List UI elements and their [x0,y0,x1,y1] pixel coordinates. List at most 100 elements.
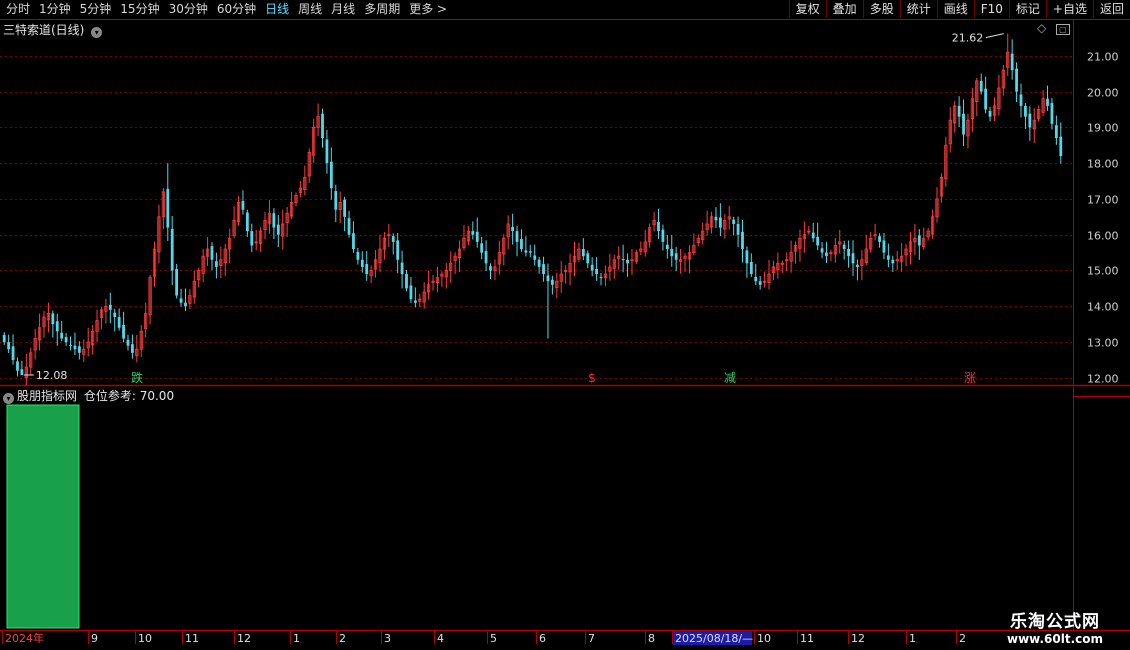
candle-body [754,276,758,282]
candle-body [546,275,550,282]
candle-body [131,344,134,353]
y-tick-label: 21.00 [1087,51,1119,64]
candle-body [1019,94,1023,106]
candle-body [816,236,820,246]
candle-body [590,264,594,271]
candle-body [122,324,125,339]
candle-body [20,369,24,375]
candle-body [73,345,77,350]
candle-body [1024,105,1027,117]
candle-body [657,221,660,232]
low-label: 12.08 [36,369,68,382]
candle-body [758,281,762,285]
candle-body [528,251,532,253]
candle-body [325,139,329,164]
candle-body [882,240,886,253]
date-label: 12 [237,632,251,645]
high-label: 21.62 [952,32,984,45]
candle-body [674,253,678,260]
candle-body [621,259,625,261]
candle-body [347,218,351,235]
candle-body [595,269,599,275]
signal-marker: 减 [724,371,736,385]
candle-body [480,243,484,253]
y-tick-label: 17.00 [1087,194,1119,207]
candle-body [166,188,170,228]
signal-marker: 涨 [964,370,976,385]
candle-body [170,228,174,271]
candlestick-chart[interactable]: 12.00 13.00 14.00 15.00 16.00 17.00 18.00 19.00… [0,0,1130,650]
candle-body [471,231,475,235]
candle-body [343,199,347,217]
date-label: 4 [437,632,444,645]
candle-body [250,231,254,246]
y-tick-label: 18.00 [1087,158,1119,171]
candle-body [847,249,850,257]
candle-body [60,332,64,339]
date-label: 11 [800,632,814,645]
watermark: 乐淘公式网 www.60lt.com [985,607,1125,646]
candle-body [365,264,369,275]
candle-body [321,113,324,139]
candle-body [524,250,528,253]
date-label: 3 [384,632,391,645]
date-label: 11 [185,632,199,645]
candle-body [51,313,55,325]
y-tick-label: 14.00 [1087,301,1119,314]
date-label: 7 [588,632,595,645]
candle-body [413,300,417,303]
candle-body [113,312,117,318]
date-label: 9 [91,632,98,645]
candle-body [511,226,515,232]
candle-body [391,236,395,242]
candle-body [542,264,545,275]
candle-body [272,213,276,228]
candle-body [69,344,72,346]
candle-body [16,361,19,371]
candle-body [1059,136,1063,156]
date-label: 1 [909,632,916,645]
candle-body [891,259,895,264]
candle-body [714,216,718,221]
watermark-title: 乐淘公式网 [1010,612,1100,632]
candle-body [984,88,988,110]
candle-body [2,334,6,343]
candle-body [1028,113,1032,128]
candle-body [184,302,187,307]
candle-body [108,304,112,310]
candle-body [276,224,280,235]
candle-body [533,255,537,260]
signal-marker: 跌 [131,370,143,385]
date-label: 2 [959,632,966,645]
candle-body [1010,53,1014,71]
candle-body [741,231,744,250]
candle-body [329,161,333,189]
candle-body [409,285,413,300]
candle-body [117,317,121,328]
date-label: 12 [851,632,865,645]
y-tick-label: 15.00 [1087,265,1119,278]
date-label: 6 [539,632,546,645]
date-label: 8 [648,632,655,645]
signal-marker: $ [588,371,596,385]
candle-body [126,339,130,346]
candle-body [520,239,523,250]
candle-body [851,253,855,264]
high-arrow [985,33,1004,39]
candle-body [396,240,400,260]
candle-body [626,259,629,264]
candle-body [245,212,249,232]
candle-body [7,342,11,350]
y-tick-label: 20.00 [1087,87,1119,100]
candle-body [917,235,921,246]
candle-body [670,249,674,257]
candle-body [215,261,218,267]
candle-body [825,252,828,257]
candle-body [856,264,859,267]
y-tick-label: 12.00 [1087,373,1119,386]
candle-body [581,249,585,257]
candle-body [475,231,479,242]
candle-body [745,250,749,264]
candle-body [718,217,722,228]
candle-body [64,337,68,343]
